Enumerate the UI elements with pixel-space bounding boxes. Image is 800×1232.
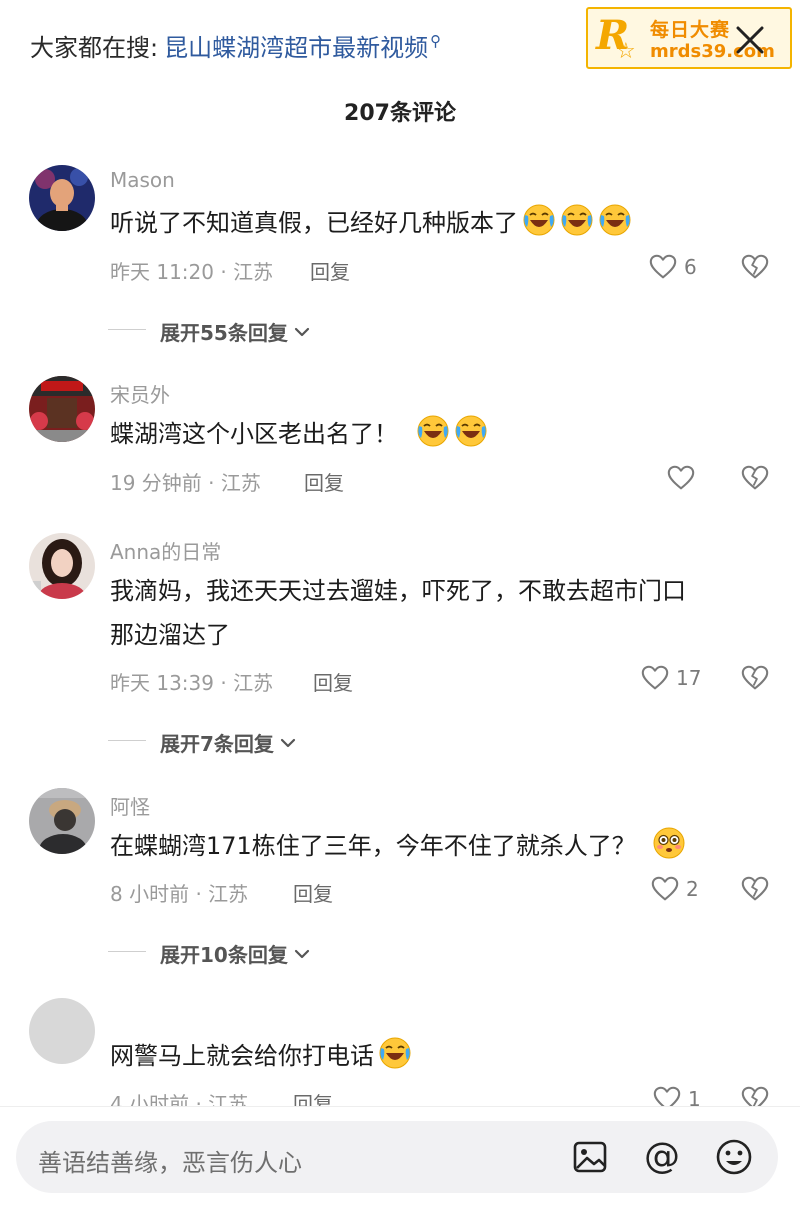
avatar[interactable] <box>29 165 95 231</box>
reply-button[interactable]: 回复 <box>293 878 333 907</box>
laugh-cry-emoji-icon <box>598 203 632 237</box>
comment-text-body: 网警马上就会给你打电话 <box>110 1042 374 1070</box>
heart-icon <box>666 463 696 493</box>
reply-button[interactable]: 回复 <box>310 256 350 285</box>
comment-text: 网警马上就会给你打电话 <box>110 1034 760 1078</box>
flushed-emoji-icon <box>652 826 686 860</box>
like-button[interactable]: 2 <box>650 874 699 904</box>
laugh-cry-emoji-icon <box>522 203 556 237</box>
avatar[interactable] <box>29 376 95 442</box>
like-count: 2 <box>686 877 699 901</box>
comment-text: 听说了不知道真假，已经好几种版本了 <box>110 201 760 245</box>
comment-meta: 8 小时前 · 江苏 <box>110 882 249 906</box>
comment-meta: 昨天 13:39 · 江苏 <box>110 671 274 695</box>
comment-input[interactable]: 善语结善缘，恶言伤人心 @ <box>16 1121 778 1193</box>
avatar[interactable] <box>29 998 95 1064</box>
chevron-down-icon <box>278 733 298 753</box>
broken-heart-icon[interactable] <box>740 663 770 693</box>
expand-replies-button[interactable]: 展开10条回复 <box>108 939 312 968</box>
close-icon <box>736 26 764 54</box>
comment-meta: 19 分钟前 · 江苏 <box>110 471 261 495</box>
comment-author[interactable]: Mason <box>110 168 175 192</box>
avatar[interactable] <box>29 788 95 854</box>
reply-button[interactable]: 回复 <box>304 467 344 496</box>
broken-heart-icon[interactable] <box>740 874 770 904</box>
comment-author[interactable]: 阿怪 <box>110 791 150 820</box>
like-button[interactable]: 6 <box>648 252 697 282</box>
chevron-down-icon <box>292 944 312 964</box>
at-icon[interactable]: @ <box>640 1135 684 1179</box>
expand-label: 展开7条回复 <box>160 732 274 756</box>
like-button[interactable] <box>666 463 702 493</box>
laugh-cry-emoji-icon <box>378 1036 412 1070</box>
laugh-cry-emoji-icon <box>416 414 450 448</box>
divider <box>108 740 146 741</box>
comment-text: 在蝶蝴湾171栋住了三年，今年不住了就杀人了？ <box>110 824 760 868</box>
expand-replies-button[interactable]: 展开7条回复 <box>108 728 298 757</box>
comment-author[interactable]: Anna的日常 <box>110 536 221 565</box>
expand-replies-button[interactable]: 展开55条回复 <box>108 317 312 346</box>
like-count: 17 <box>676 666 702 690</box>
laugh-cry-emoji-icon <box>560 203 594 237</box>
expand-label: 展开10条回复 <box>160 943 288 967</box>
comment-meta: 昨天 11:20 · 江苏 <box>110 260 274 284</box>
comment-text-body: 在蝶蝴湾171栋住了三年，今年不住了就杀人了？ <box>110 832 636 860</box>
heart-icon <box>640 663 670 693</box>
broken-heart-icon[interactable] <box>740 252 770 282</box>
broken-heart-icon[interactable] <box>740 463 770 493</box>
avatar[interactable] <box>29 533 95 599</box>
comment-text-line1: 我滴妈，我还天天过去遛娃，吓死了，不敢去超市门口 <box>110 577 686 605</box>
trending-search-prefix: 大家都在搜: <box>30 34 159 62</box>
comment-input-placeholder: 善语结善缘，恶言伤人心 <box>38 1149 302 1177</box>
divider <box>108 329 146 330</box>
comment-text: 蝶湖湾这个小区老出名了！ <box>110 412 760 456</box>
trending-search-query[interactable]: 昆山蝶湖湾超市最新视频 <box>164 28 428 63</box>
heart-icon <box>648 252 678 282</box>
comment-author[interactable]: 宋员外 <box>110 379 170 408</box>
trending-search[interactable]: 大家都在搜: 昆山蝶湖湾超市最新视频 ⚲ <box>30 28 441 63</box>
chevron-down-icon <box>292 322 312 342</box>
like-count: 6 <box>684 255 697 279</box>
comment-text-body: 蝶湖湾这个小区老出名了！ <box>110 420 398 448</box>
reply-button[interactable]: 回复 <box>313 667 353 696</box>
comment-text-body: 听说了不知道真假，已经好几种版本了 <box>110 209 518 237</box>
divider <box>108 951 146 952</box>
heart-icon <box>650 874 680 904</box>
laugh-cry-emoji-icon <box>454 414 488 448</box>
comment-count-title: 207条评论 <box>344 101 456 126</box>
star-icon: ☆ <box>616 39 636 64</box>
like-button[interactable]: 17 <box>640 663 701 693</box>
watermark-cn-text: 每日大赛 <box>650 19 731 41</box>
comment-text-line2: 那边溜达了 <box>110 621 230 649</box>
magnifier-icon: ⚲ <box>430 31 442 50</box>
close-button[interactable] <box>728 18 772 62</box>
image-icon[interactable] <box>568 1135 612 1179</box>
comment-text: 我滴妈，我还天天过去遛娃，吓死了，不敢去超市门口 那边溜达了 <box>110 569 760 657</box>
emoji-icon[interactable] <box>712 1135 756 1179</box>
expand-label: 展开55条回复 <box>160 321 288 345</box>
comment-input-bar: 善语结善缘，恶言伤人心 @ <box>0 1106 800 1232</box>
